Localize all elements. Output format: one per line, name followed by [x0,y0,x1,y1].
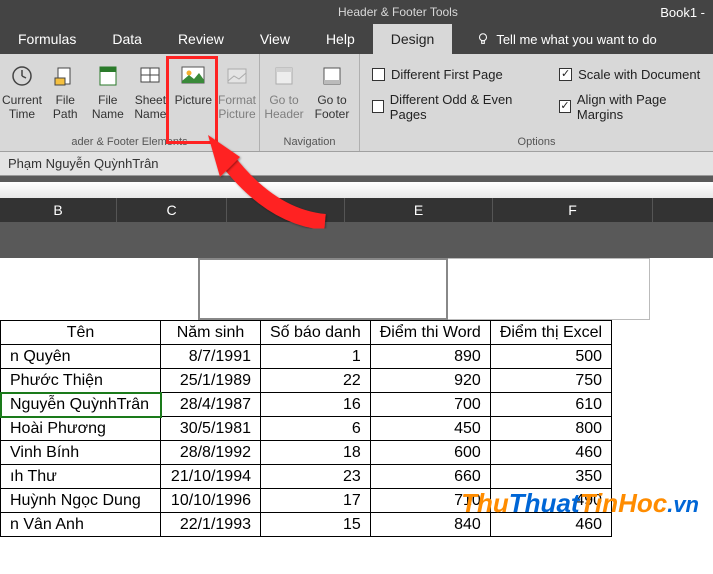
sheet-name-button[interactable]: SheetName [129,58,172,124]
table-row: n Quyên8/7/19911890500 [1,345,612,369]
data-table[interactable]: Tên Năm sinh Số báo danh Điểm thi Word Đ… [0,320,612,537]
file-path-button[interactable]: FilePath [44,58,87,124]
group-label-elements: ader & Footer Elements [0,134,259,151]
file-path-icon [49,60,81,92]
column-headers: B C D E F [0,198,713,222]
col-header-b[interactable]: B [0,198,117,222]
formula-bar[interactable]: Phạm Nguyễn QuỳnhTrân [0,152,713,176]
col-header-d[interactable]: D [227,198,345,222]
checkbox-checked-icon: ✓ [559,100,571,113]
picture-button[interactable]: Picture [172,58,215,110]
ribbon-tabs: Formulas Data Review View Help Design Te… [0,24,713,54]
goto-header-icon [268,60,300,92]
tell-me-label: Tell me what you want to do [496,32,656,47]
checkbox-checked-icon: ✓ [559,68,572,81]
goto-footer-icon [316,60,348,92]
tell-me-search[interactable]: Tell me what you want to do [476,32,656,47]
clock-icon [6,60,38,92]
table-header-row: Tên Năm sinh Số báo danh Điểm thi Word Đ… [1,321,612,345]
context-tab-label: Header & Footer Tools [322,2,474,22]
format-picture-button: FormatPicture [215,58,259,124]
col-header-f[interactable]: F [493,198,653,222]
title-bar: Header & Footer Tools Book1 - [0,0,713,24]
ruler [0,176,713,198]
different-first-page-checkbox[interactable]: Different First Page [372,67,535,82]
tab-formulas[interactable]: Formulas [0,24,94,54]
go-to-footer-button[interactable]: Go toFooter [308,58,356,124]
group-label-navigation: Navigation [260,134,359,151]
table-row: Huỳnh Ngọc Dung10/10/199617710490 [1,489,612,513]
th-word[interactable]: Điểm thi Word [370,321,490,345]
th-dob[interactable]: Năm sinh [161,321,261,345]
workbook-title: Book1 - [660,5,705,20]
table-row: Vinh Bính28/8/199218600460 [1,441,612,465]
group-label-options: Options [360,134,713,151]
th-excel[interactable]: Điểm thị Excel [490,321,611,345]
table-row: Hoài Phương30/5/19816450800 [1,417,612,441]
header-section[interactable] [0,258,713,320]
go-to-header-button: Go toHeader [260,58,308,124]
col-header-c[interactable]: C [117,198,227,222]
checkbox-icon [372,100,384,113]
col-header-e[interactable]: E [345,198,493,222]
file-name-icon [92,60,124,92]
th-id[interactable]: Số báo danh [261,321,371,345]
align-page-margins-checkbox[interactable]: ✓Align with Page Margins [559,92,701,122]
tab-view[interactable]: View [242,24,308,54]
table-row: Nguyễn QuỳnhTrân28/4/198716700610 [1,393,612,417]
file-name-button[interactable]: FileName [87,58,130,124]
sheet-name-icon [134,60,166,92]
tab-review[interactable]: Review [160,24,242,54]
page-area: Tên Năm sinh Số báo danh Điểm thi Word Đ… [0,258,713,537]
scale-with-document-checkbox[interactable]: ✓Scale with Document [559,67,701,82]
table-row: ıh Thư21/10/199423660350 [1,465,612,489]
active-cell[interactable]: Nguyễn QuỳnhTrân [1,393,161,417]
formula-value: Phạm Nguyễn QuỳnhTrân [8,156,159,171]
lightbulb-icon [476,32,490,46]
different-odd-even-checkbox[interactable]: Different Odd & Even Pages [372,92,535,122]
header-center-cell[interactable] [198,258,448,320]
tab-design[interactable]: Design [373,24,453,54]
sheet-gap [0,222,713,258]
picture-icon [177,60,209,92]
th-name[interactable]: Tên [1,321,161,345]
checkbox-icon [372,68,385,81]
format-picture-icon [221,60,253,92]
ribbon: CurrentTime FilePath FileName SheetName … [0,54,713,152]
tab-data[interactable]: Data [94,24,160,54]
tab-help[interactable]: Help [308,24,373,54]
table-row: n Vân Anh22/1/199315840460 [1,513,612,537]
table-row: Phước Thiện25/1/198922920750 [1,369,612,393]
current-time-button[interactable]: CurrentTime [0,58,44,124]
